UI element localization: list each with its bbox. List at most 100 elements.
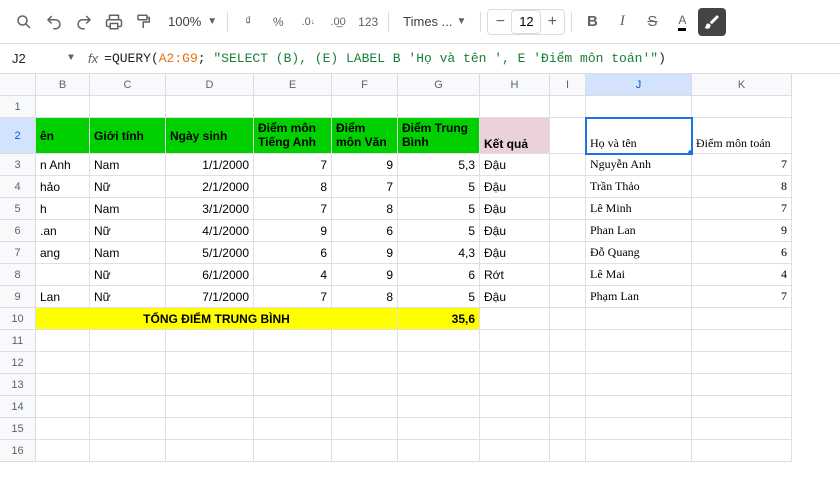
- cell[interactable]: 6/1/2000: [166, 264, 254, 286]
- row-header[interactable]: 6: [0, 220, 36, 242]
- cell[interactable]: Lê Minh: [586, 198, 692, 220]
- decrease-font-btn[interactable]: −: [488, 10, 512, 34]
- row-header[interactable]: 15: [0, 418, 36, 440]
- fill-color-btn[interactable]: [698, 8, 726, 36]
- decrease-decimal-btn[interactable]: .0↓: [294, 8, 322, 36]
- print-icon[interactable]: [100, 8, 128, 36]
- cell[interactable]: n Anh: [36, 154, 90, 176]
- increase-decimal-btn[interactable]: .0̲0: [324, 8, 352, 36]
- cell[interactable]: [550, 242, 586, 264]
- col-header-J[interactable]: J: [586, 74, 692, 96]
- cell[interactable]: Đậu: [480, 220, 550, 242]
- row-header[interactable]: 13: [0, 374, 36, 396]
- cell[interactable]: Đỗ Quang: [586, 242, 692, 264]
- col-header-D[interactable]: D: [166, 74, 254, 96]
- cell[interactable]: [550, 286, 586, 308]
- cell[interactable]: Nữ: [90, 264, 166, 286]
- row-header[interactable]: 11: [0, 330, 36, 352]
- cell[interactable]: Trần Thảo: [586, 176, 692, 198]
- text-color-btn[interactable]: A: [668, 8, 696, 36]
- cell[interactable]: 7: [254, 286, 332, 308]
- cell[interactable]: Lan: [36, 286, 90, 308]
- cell[interactable]: 9: [692, 220, 792, 242]
- cell[interactable]: [550, 220, 586, 242]
- cell[interactable]: Nguyễn Anh: [586, 154, 692, 176]
- currency-btn[interactable]: ₫: [234, 8, 262, 36]
- cell[interactable]: 5/1/2000: [166, 242, 254, 264]
- spreadsheet-grid[interactable]: B C D E F G H I J K 1 2 ên Giới tính Ngà…: [0, 74, 840, 462]
- cell[interactable]: Nam: [90, 242, 166, 264]
- row-header[interactable]: 3: [0, 154, 36, 176]
- cell[interactable]: 6: [692, 242, 792, 264]
- cell[interactable]: 4: [254, 264, 332, 286]
- cell[interactable]: 3/1/2000: [166, 198, 254, 220]
- cell[interactable]: Nữ: [90, 176, 166, 198]
- bold-btn[interactable]: B: [578, 8, 606, 36]
- cell[interactable]: Nam: [90, 154, 166, 176]
- cell[interactable]: Đậu: [480, 176, 550, 198]
- col-header-F[interactable]: F: [332, 74, 398, 96]
- cell[interactable]: 7: [692, 154, 792, 176]
- search-icon[interactable]: [10, 8, 38, 36]
- cell[interactable]: Đậu: [480, 286, 550, 308]
- col-header-H[interactable]: H: [480, 74, 550, 96]
- strikethrough-btn[interactable]: S: [638, 8, 666, 36]
- col-header-C[interactable]: C: [90, 74, 166, 96]
- header-cell[interactable]: Giới tính: [90, 118, 166, 154]
- cell[interactable]: Đậu: [480, 198, 550, 220]
- cell[interactable]: 7: [692, 198, 792, 220]
- increase-font-btn[interactable]: +: [540, 10, 564, 34]
- cell[interactable]: Lê Mai: [586, 264, 692, 286]
- cell[interactable]: Nữ: [90, 286, 166, 308]
- cell[interactable]: 4: [692, 264, 792, 286]
- zoom-selector[interactable]: 100% ▼: [160, 14, 221, 29]
- row-header[interactable]: 7: [0, 242, 36, 264]
- col-header-G[interactable]: G: [398, 74, 480, 96]
- cell[interactable]: 7: [254, 198, 332, 220]
- cell[interactable]: Phạm Lan: [586, 286, 692, 308]
- cell[interactable]: Phan Lan: [586, 220, 692, 242]
- paint-format-icon[interactable]: [130, 8, 158, 36]
- row-header[interactable]: 5: [0, 198, 36, 220]
- cell[interactable]: 7/1/2000: [166, 286, 254, 308]
- cell[interactable]: 5: [398, 198, 480, 220]
- cell[interactable]: 8: [692, 176, 792, 198]
- cell[interactable]: Rớt: [480, 264, 550, 286]
- undo-icon[interactable]: [40, 8, 68, 36]
- cell[interactable]: Đậu: [480, 154, 550, 176]
- cell[interactable]: Nữ: [90, 220, 166, 242]
- col-header-I[interactable]: I: [550, 74, 586, 96]
- cell[interactable]: 6: [398, 264, 480, 286]
- header-cell[interactable]: Kết quả: [480, 118, 550, 154]
- cell[interactable]: 5: [398, 220, 480, 242]
- cell[interactable]: 5: [398, 176, 480, 198]
- col-header-K[interactable]: K: [692, 74, 792, 96]
- cell[interactable]: 9: [332, 242, 398, 264]
- formula-input[interactable]: =QUERY(A2:G9; "SELECT (B), (E) LABEL B '…: [104, 51, 832, 66]
- cell[interactable]: 7: [332, 176, 398, 198]
- cell[interactable]: 8: [332, 286, 398, 308]
- row-header[interactable]: 9: [0, 286, 36, 308]
- row-header[interactable]: 4: [0, 176, 36, 198]
- cell[interactable]: .an: [36, 220, 90, 242]
- active-cell[interactable]: Họ và tên: [586, 118, 692, 154]
- number-format-btn[interactable]: 123: [354, 8, 382, 36]
- row-header[interactable]: 14: [0, 396, 36, 418]
- font-size-input[interactable]: [512, 11, 540, 33]
- total-label[interactable]: TỔNG ĐIỂM TRUNG BÌNH: [36, 308, 398, 330]
- cell[interactable]: 9: [332, 264, 398, 286]
- cell[interactable]: [36, 264, 90, 286]
- header-cell[interactable]: Điểm Trung Bình: [398, 118, 480, 154]
- row-header[interactable]: 8: [0, 264, 36, 286]
- cell[interactable]: 8: [332, 198, 398, 220]
- header-cell[interactable]: Điểm môn Tiếng Anh: [254, 118, 332, 154]
- cell[interactable]: hảo: [36, 176, 90, 198]
- row-header[interactable]: 1: [0, 96, 36, 118]
- cell[interactable]: [550, 176, 586, 198]
- cell[interactable]: 9: [332, 154, 398, 176]
- cell[interactable]: 7: [254, 154, 332, 176]
- total-value[interactable]: 35,6: [398, 308, 480, 330]
- row-header[interactable]: 12: [0, 352, 36, 374]
- cell[interactable]: [550, 264, 586, 286]
- cell[interactable]: [550, 198, 586, 220]
